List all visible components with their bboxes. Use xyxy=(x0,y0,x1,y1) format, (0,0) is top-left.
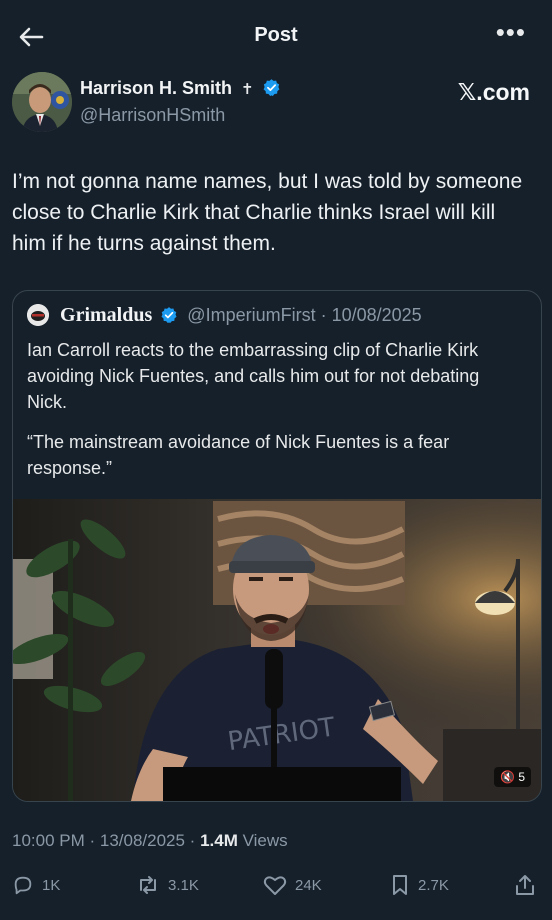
post-text: I’m not gonna name names, but I was told… xyxy=(12,170,523,255)
repost-icon xyxy=(140,876,156,894)
heart-icon xyxy=(263,876,287,895)
bookmark-count: 2.7K xyxy=(418,876,449,894)
quoted-post-text: Ian Carroll reacts to the embarrassing c… xyxy=(27,337,523,481)
author-avatar[interactable] xyxy=(12,72,72,132)
quoted-video[interactable]: PATRIOT � xyxy=(13,499,541,801)
quoted-avatar-icon xyxy=(27,304,49,326)
mute-badge[interactable]: 🔇 5 xyxy=(494,767,531,787)
more-options-button[interactable]: ••• xyxy=(496,19,526,45)
verified-badge-icon xyxy=(263,79,280,96)
xcom-watermark: 𝕏.com xyxy=(457,79,530,105)
cross-icon: ✝ xyxy=(241,81,254,98)
share-button[interactable] xyxy=(514,874,544,896)
quoted-text-paragraph-1: Ian Carroll reacts to the embarrassing c… xyxy=(27,340,480,412)
repost-button[interactable]: 3.1K xyxy=(136,874,199,896)
share-icon xyxy=(516,875,534,895)
post-author: Harrison H. Smith ✝ @HarrisonHSmith 𝕏.co… xyxy=(12,72,542,136)
like-count: 24K xyxy=(295,876,322,894)
bookmark-button[interactable]: 2.7K xyxy=(390,874,449,896)
views-label: Views xyxy=(237,831,288,850)
post-timestamp: 10:00 PM · 13/08/2025 · 1.4M Views xyxy=(12,831,288,851)
quoted-text-paragraph-2: “The mainstream avoidance of Nick Fuente… xyxy=(27,432,450,478)
quoted-handle-date: @ImperiumFirst · 10/08/2025 xyxy=(187,305,422,325)
quoted-author-name[interactable]: Grimaldus xyxy=(60,304,152,326)
reply-button[interactable]: 1K xyxy=(12,874,60,896)
author-name[interactable]: Harrison H. Smith ✝ xyxy=(80,78,281,99)
author-handle[interactable]: @HarrisonHSmith xyxy=(80,105,225,126)
view-count: 1.4M xyxy=(200,831,238,850)
action-bar: 1K 3.1K 24K 2.7K xyxy=(0,866,552,906)
reply-count: 1K xyxy=(42,876,61,894)
bookmark-icon xyxy=(393,875,407,895)
author-name-text: Harrison H. Smith xyxy=(80,78,233,98)
reply-icon xyxy=(14,876,32,895)
quoted-post-header: Grimaldus @ImperiumFirst · 10/08/2025 xyxy=(27,304,422,327)
top-bar: Post ••• xyxy=(0,0,552,72)
quoted-author-avatar[interactable] xyxy=(27,304,49,326)
page-title: Post xyxy=(254,24,298,46)
avatar-photo-icon xyxy=(12,72,72,132)
repost-count: 3.1K xyxy=(168,876,199,894)
quoted-post[interactable]: Grimaldus @ImperiumFirst · 10/08/2025 Ia… xyxy=(12,290,542,802)
video-frame: PATRIOT xyxy=(13,499,541,801)
like-button[interactable]: 24K xyxy=(263,874,322,896)
quoted-verified-badge-icon xyxy=(161,307,177,324)
post-time: 10:00 PM · 13/08/2025 · xyxy=(12,831,201,850)
